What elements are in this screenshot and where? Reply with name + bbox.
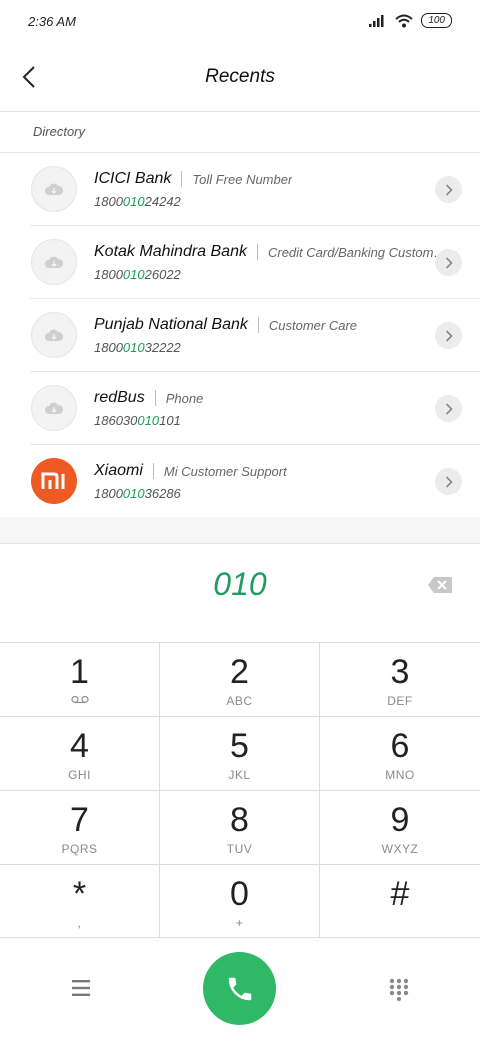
key-1[interactable]: 1 [0,643,160,717]
chevron-right-icon [445,402,453,415]
chevron-right-icon [445,256,453,269]
key-3[interactable]: 3 DEF [320,643,480,717]
chevron-right-icon [445,475,453,488]
contact-number: 180001032222 [94,340,181,355]
number-match: 010 [122,340,145,355]
contact-name: redBus [94,389,145,406]
avatar [31,458,77,504]
cloud-icon [45,183,64,195]
directory-list: ICICI Bank Toll Free Number 180001024242… [0,153,480,518]
key-hash[interactable]: # [320,865,480,938]
contact-description: Phone [165,390,204,406]
page-title: Recents [205,66,275,87]
battery-indicator: 100 [421,13,452,28]
detail-button[interactable] [435,249,462,276]
detail-button[interactable] [435,176,462,203]
number-match: 010 [137,413,160,428]
status-icons: 100 [369,13,452,28]
chevron-right-icon [445,183,453,196]
avatar [31,312,77,358]
key-6[interactable]: 6 MNO [320,717,480,791]
signal-icon [369,15,384,27]
section-label: Directory [33,124,86,139]
contact-description: Mi Customer Support [163,463,287,479]
backspace-icon[interactable] [426,574,454,596]
separator [256,244,258,260]
name-line: ICICI Bank Toll Free Number [94,170,292,188]
separator [154,390,156,406]
name-line: Punjab National Bank Customer Care [94,316,357,334]
name-line: Xiaomi Mi Customer Support [94,462,287,480]
contact-number: 180001036286 [94,486,181,501]
dialpad-icon[interactable] [388,977,410,1001]
dial-input-area: 010 [0,544,480,642]
cloud-icon [45,402,64,414]
key-7[interactable]: 7 PQRS [0,791,160,865]
contact-name: Kotak Mahindra Bank [94,243,247,260]
separator [152,463,154,479]
contact-number: 180001024242 [94,194,181,209]
contact-number: 186030010101 [94,413,181,428]
detail-button[interactable] [435,322,462,349]
list-item[interactable]: Kotak Mahindra Bank Credit Card/Banking … [0,226,480,299]
avatar [31,385,77,431]
key-0[interactable]: 0 + [160,865,320,938]
header: Recents [0,44,480,112]
number-match: 010 [122,486,145,501]
number-match: 010 [122,194,145,209]
contact-description: Toll Free Number [192,171,293,187]
menu-icon[interactable] [68,977,94,999]
contact-number: 180001026022 [94,267,181,282]
call-button[interactable] [203,952,276,1025]
name-line: Kotak Mahindra Bank Credit Card/Banking … [94,243,453,261]
key-5[interactable]: 5 JKL [160,717,320,791]
name-line: redBus Phone [94,389,203,407]
list-item[interactable]: ICICI Bank Toll Free Number 180001024242 [0,153,480,226]
contact-name: Xiaomi [94,462,143,479]
dial-keypad: 1 2 ABC 3 DEF 4 GHI 5 JKL 6 MNO 7 PQRS 8 TUV 9W… [0,642,480,938]
status-bar: 2:36 AM 100 [0,0,480,44]
detail-button[interactable] [435,468,462,495]
detail-button[interactable] [435,395,462,422]
cloud-icon [45,329,64,341]
contact-name: Punjab National Bank [94,316,248,333]
mi-logo [41,472,65,489]
key-4[interactable]: 4 GHI [0,717,160,791]
avatar [31,166,77,212]
key-star[interactable]: *, [0,865,160,938]
key-9[interactable]: 9 WXYZ [320,791,480,865]
list-item[interactable]: Punjab National Bank Customer Care 18000… [0,299,480,372]
avatar [31,239,77,285]
list-item[interactable]: Xiaomi Mi Customer Support 180001036286 [0,445,480,518]
chevron-right-icon [445,329,453,342]
dialed-number[interactable]: 010 [0,566,480,603]
status-time: 2:36 AM [28,14,76,29]
separator [181,171,183,187]
separator [257,317,259,333]
voicemail-icon [71,695,89,704]
phone-icon [228,977,251,1000]
cloud-icon [45,256,64,268]
contact-name: ICICI Bank [94,170,172,187]
bottom-bar [0,937,480,1040]
list-item[interactable]: redBus Phone 186030010101 [0,372,480,445]
key-2[interactable]: 2 ABC [160,643,320,717]
number-match: 010 [122,267,145,282]
contact-description: Customer Care [268,317,358,333]
wifi-icon [395,14,413,27]
key-8[interactable]: 8 TUV [160,791,320,865]
contact-description: Credit Card/Banking Customer Serv... [267,244,453,260]
spacer [0,517,480,544]
